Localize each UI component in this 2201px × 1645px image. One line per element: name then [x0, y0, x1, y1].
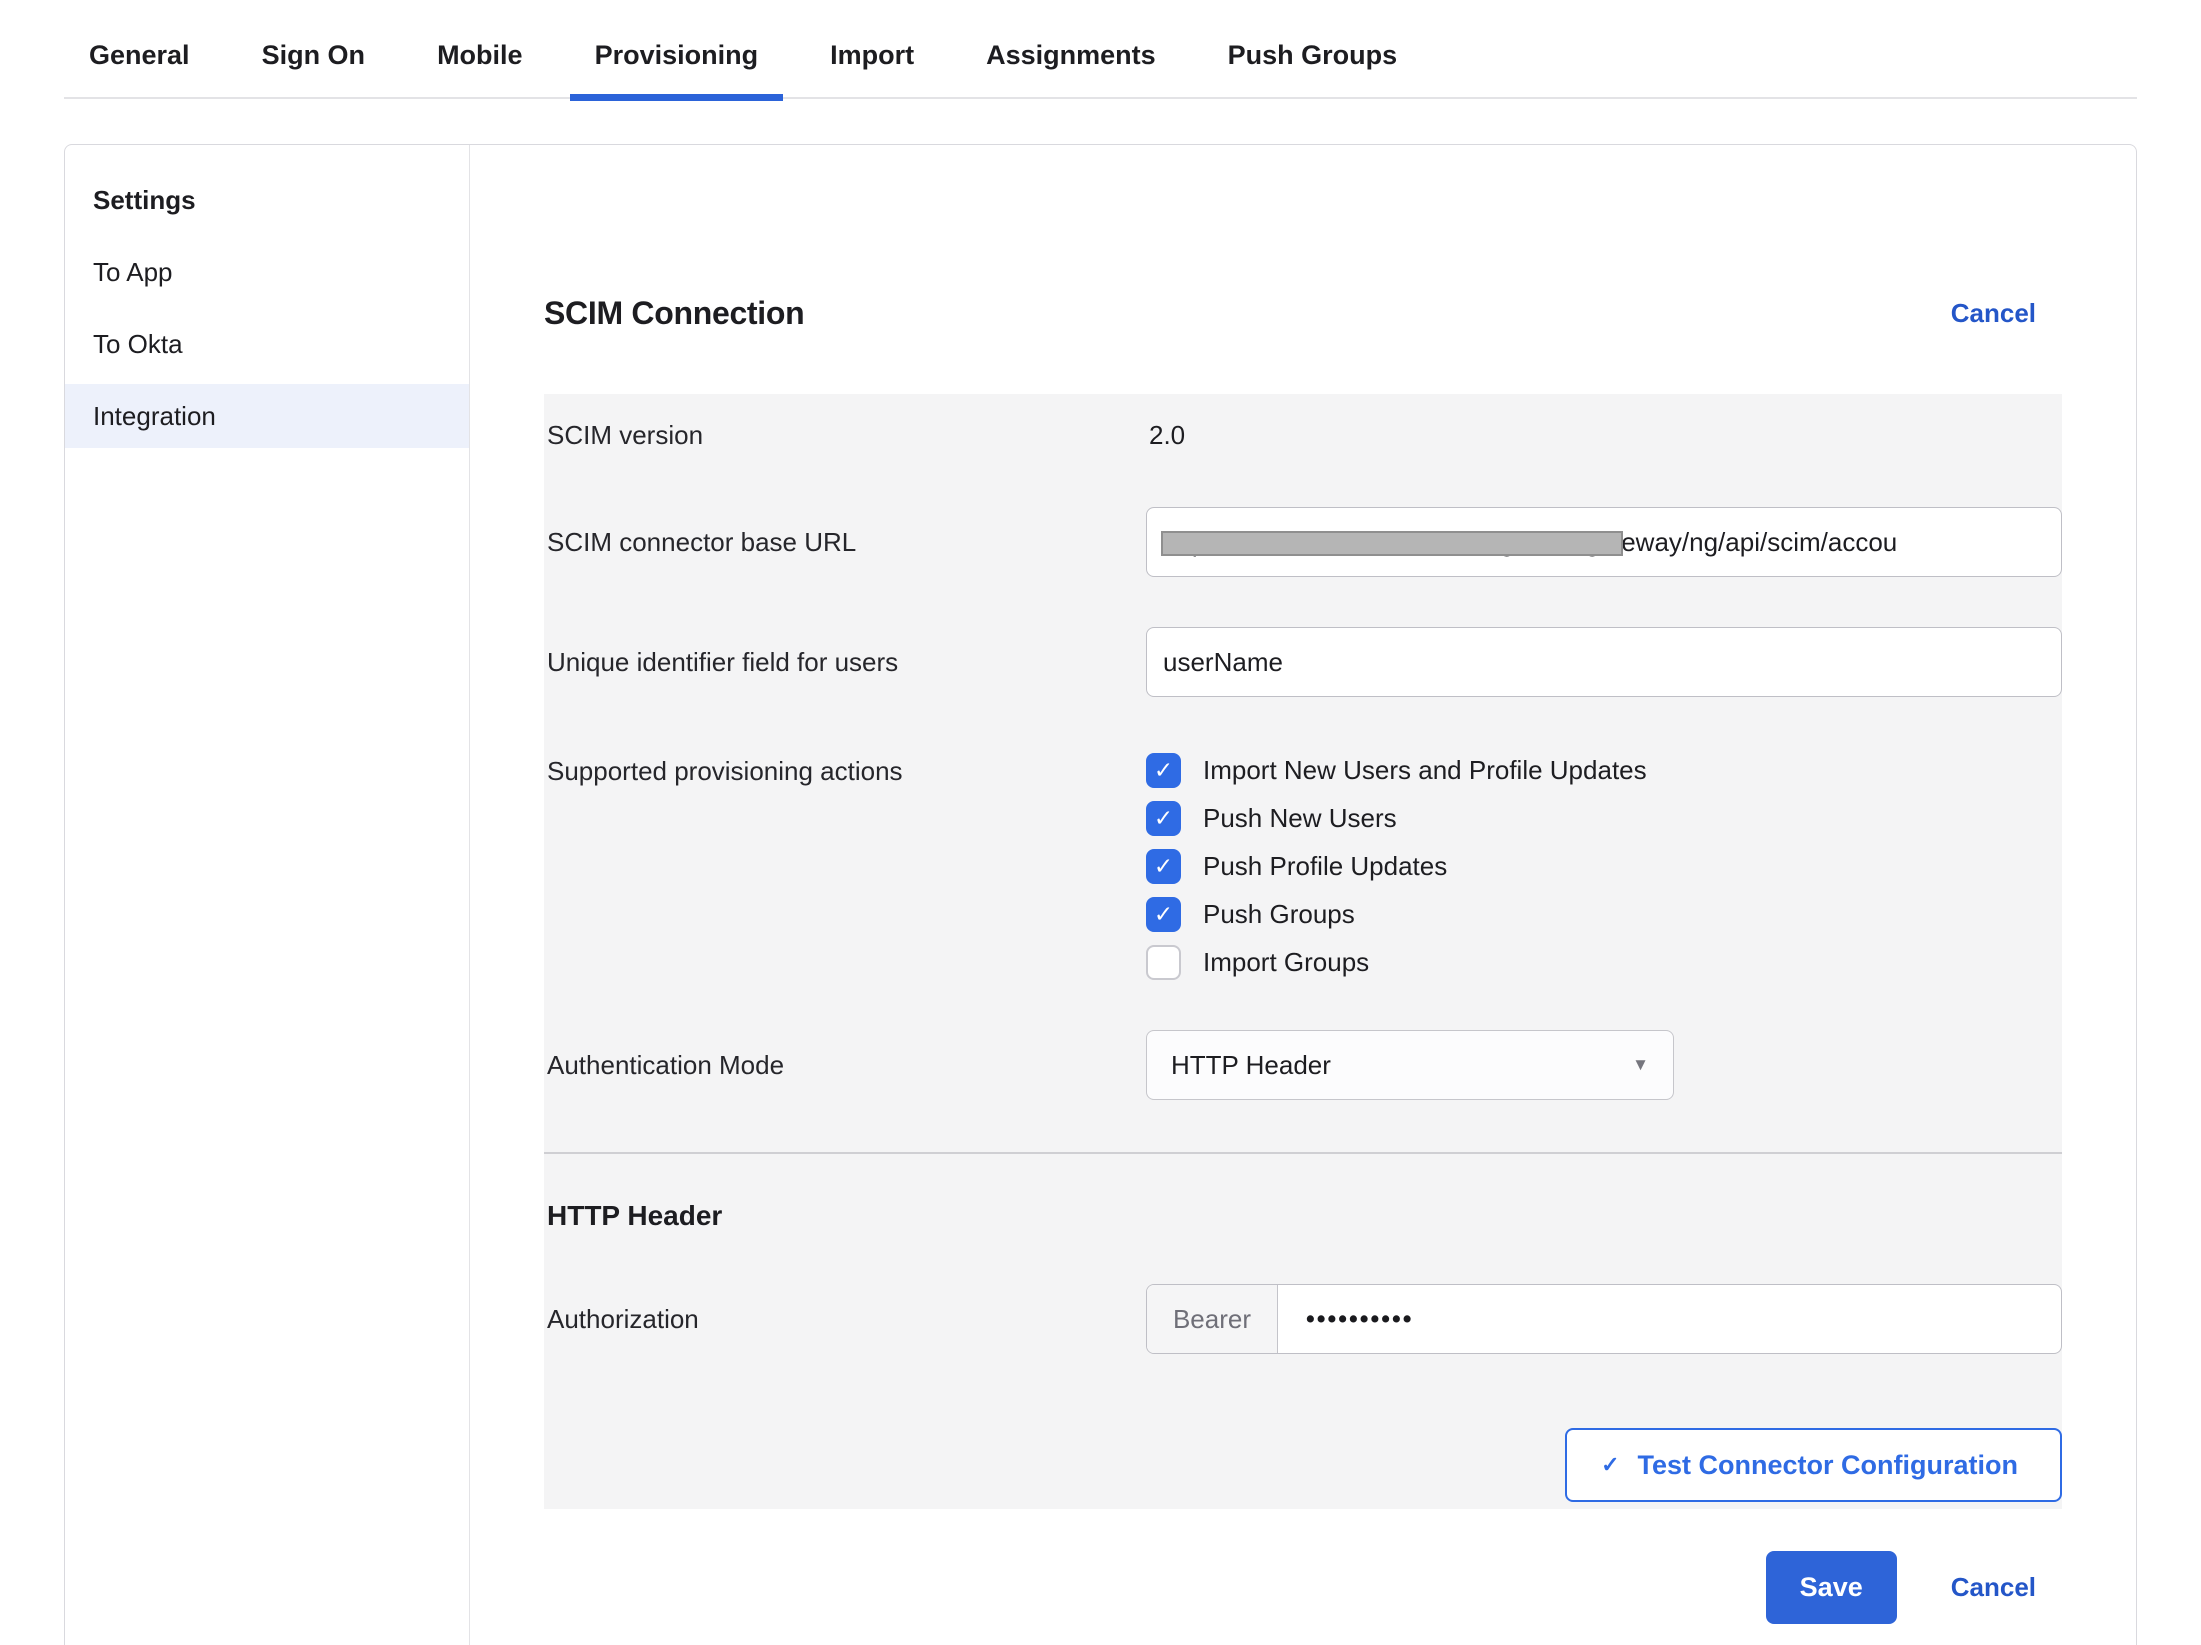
base-url-label: SCIM connector base URL	[544, 527, 1146, 558]
test-connector-label: Test Connector Configuration	[1638, 1450, 2018, 1481]
unique-id-label: Unique identifier field for users	[544, 647, 1146, 678]
checkbox-push-profile-updates[interactable]: ✓	[1146, 849, 1181, 884]
tab-sign-on[interactable]: Sign On	[237, 28, 391, 97]
sidebar-title: Settings	[65, 169, 469, 232]
bearer-prefix: Bearer	[1147, 1285, 1278, 1353]
scim-version-label: SCIM version	[544, 420, 1146, 451]
tab-mobile[interactable]: Mobile	[412, 28, 548, 97]
authorization-token-input[interactable]: ••••••••••	[1278, 1285, 2061, 1353]
checkbox-label: Import New Users and Profile Updates	[1203, 755, 1647, 786]
authorization-row: Authorization Bearer ••••••••••	[544, 1284, 2062, 1354]
checkbox-label: Push Profile Updates	[1203, 851, 1447, 882]
http-header-section: HTTP Header Authorization Bearer •••••••…	[544, 1154, 2062, 1509]
check-icon: ✓	[1154, 903, 1173, 926]
checkbox-push-groups[interactable]: ✓	[1146, 897, 1181, 932]
page-title: SCIM Connection	[544, 295, 804, 332]
content-header: SCIM Connection Cancel	[544, 295, 2062, 332]
scim-connection-form: SCIM version 2.0 SCIM connector base URL…	[544, 394, 2062, 1509]
check-icon: ✓	[1154, 759, 1173, 782]
sidebar-item-to-okta[interactable]: To Okta	[65, 312, 469, 376]
app-tabbar: General Sign On Mobile Provisioning Impo…	[64, 0, 2137, 99]
check-icon: ✓	[1601, 1452, 1619, 1478]
provisioning-panel: Settings To App To Okta Integration SCIM…	[64, 144, 2137, 1645]
check-icon: ✓	[1154, 807, 1173, 830]
unique-id-row: Unique identifier field for users userNa…	[544, 627, 2062, 697]
form-footer: Save Cancel	[544, 1551, 2062, 1624]
authorization-label: Authorization	[544, 1304, 1146, 1335]
unique-id-input[interactable]: userName	[1146, 627, 2062, 697]
checkbox-import-groups[interactable]: ✓	[1146, 945, 1181, 980]
provisioning-actions-label: Supported provisioning actions	[544, 753, 1146, 980]
auth-mode-value: HTTP Header	[1171, 1050, 1331, 1081]
test-connector-configuration-button[interactable]: ✓ Test Connector Configuration	[1565, 1428, 2062, 1502]
checkbox-label: Push New Users	[1203, 803, 1397, 834]
provisioning-actions-list: ✓ Import New Users and Profile Updates ✓…	[1146, 753, 2062, 980]
checkbox-push-new-users[interactable]: ✓	[1146, 801, 1181, 836]
checkbox-row-push-groups[interactable]: ✓ Push Groups	[1146, 897, 2062, 932]
base-url-input[interactable]: https://b5bd-195-19-67-140.ngrok.io/gate…	[1146, 507, 2062, 577]
checkbox-row-push-profile-updates[interactable]: ✓ Push Profile Updates	[1146, 849, 2062, 884]
settings-sidebar: Settings To App To Okta Integration	[65, 145, 470, 1645]
auth-mode-row: Authentication Mode HTTP Header ▼	[544, 1030, 2062, 1100]
main-content: SCIM Connection Cancel SCIM version 2.0 …	[470, 145, 2136, 1645]
tab-import[interactable]: Import	[805, 28, 939, 97]
save-button[interactable]: Save	[1766, 1551, 1897, 1624]
chevron-down-icon: ▼	[1632, 1055, 1649, 1075]
checkbox-import-new-users[interactable]: ✓	[1146, 753, 1181, 788]
auth-mode-select[interactable]: HTTP Header ▼	[1146, 1030, 1674, 1100]
sidebar-item-integration[interactable]: Integration	[65, 384, 469, 448]
scim-version-row: SCIM version 2.0	[544, 418, 2062, 451]
base-url-row: SCIM connector base URL https://b5bd-195…	[544, 507, 2062, 577]
tab-general[interactable]: General	[64, 28, 215, 97]
scim-version-value: 2.0	[1146, 420, 1185, 450]
auth-mode-label: Authentication Mode	[544, 1050, 1146, 1081]
tab-assignments[interactable]: Assignments	[961, 28, 1181, 97]
http-header-title: HTTP Header	[544, 1200, 2062, 1232]
cancel-link-bottom[interactable]: Cancel	[1951, 1572, 2036, 1603]
checkbox-row-import-groups[interactable]: ✓ Import Groups	[1146, 945, 2062, 980]
checkbox-row-push-new-users[interactable]: ✓ Push New Users	[1146, 801, 2062, 836]
authorization-input-group: Bearer ••••••••••	[1146, 1284, 2062, 1354]
sidebar-item-to-app[interactable]: To App	[65, 240, 469, 304]
tab-provisioning[interactable]: Provisioning	[570, 28, 784, 97]
checkbox-row-import-new-users[interactable]: ✓ Import New Users and Profile Updates	[1146, 753, 2062, 788]
base-url-visible-text: /gateway/ng/api/scim/accou	[1578, 527, 1897, 557]
checkbox-label: Import Groups	[1203, 947, 1369, 978]
cancel-link-top[interactable]: Cancel	[1951, 298, 2036, 329]
provisioning-actions-row: Supported provisioning actions ✓ Import …	[544, 753, 2062, 980]
redaction-bar	[1161, 531, 1623, 556]
tab-push-groups[interactable]: Push Groups	[1203, 28, 1423, 97]
checkbox-label: Push Groups	[1203, 899, 1355, 930]
check-icon: ✓	[1154, 855, 1173, 878]
